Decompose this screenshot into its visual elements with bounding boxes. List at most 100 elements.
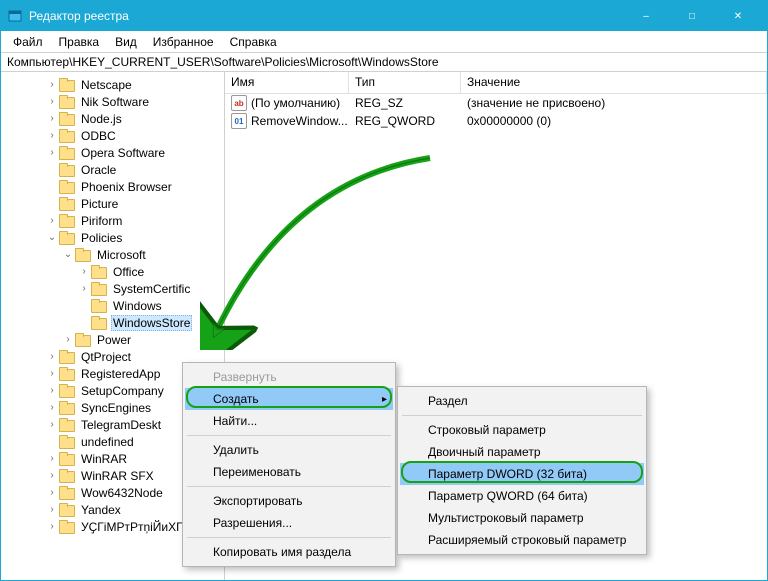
create-submenu-item[interactable]: Параметр QWORD (64 бита) (400, 485, 644, 507)
tree-item-label: Microsoft (95, 248, 148, 262)
folder-icon (59, 418, 75, 432)
tree-item-label: WinRAR SFX (79, 469, 156, 483)
chevron-right-icon[interactable]: › (45, 368, 59, 379)
value-type: REG_SZ (349, 96, 461, 110)
create-submenu-item[interactable]: Строковый параметр (400, 419, 644, 441)
chevron-right-icon[interactable]: › (45, 147, 59, 158)
tree-item[interactable]: › Nik Software (5, 93, 224, 110)
titlebar[interactable]: Редактор реестра – □ ✕ (1, 1, 767, 31)
chevron-right-icon[interactable]: › (61, 334, 75, 345)
tree-item-label: Policies (79, 231, 124, 245)
folder-icon (59, 503, 75, 517)
minimize-button[interactable]: – (623, 1, 669, 31)
chevron-right-icon[interactable]: › (45, 130, 59, 141)
context-menu-item[interactable]: Копировать имя раздела (185, 541, 393, 563)
list-row[interactable]: ab(По умолчанию)REG_SZ(значение не присв… (225, 94, 767, 112)
tree-item-label: RegisteredApp (79, 367, 162, 381)
menu-file[interactable]: Файл (5, 33, 51, 51)
menubar: Файл Правка Вид Избранное Справка (1, 31, 767, 52)
tree-item[interactable]: ›Node.js (5, 110, 224, 127)
context-menu-item[interactable]: Создать (185, 388, 393, 410)
context-menu-item[interactable]: Разрешения... (185, 512, 393, 534)
create-submenu-item[interactable]: Параметр DWORD (32 бита) (400, 463, 644, 485)
window-buttons: – □ ✕ (623, 1, 761, 31)
tree-item-label: TelegramDeskt (79, 418, 163, 432)
chevron-right-icon[interactable]: › (45, 402, 59, 413)
menu-edit[interactable]: Правка (51, 33, 108, 51)
create-submenu-item[interactable]: Расширяемый строковый параметр (400, 529, 644, 551)
value-type: REG_QWORD (349, 114, 461, 128)
tree-item[interactable]: ›Piriform (5, 212, 224, 229)
tree-item-label: Netscape (79, 78, 134, 92)
tree-item-label: WindowsStore (111, 315, 192, 331)
tree-item-label: Nik Software (79, 95, 151, 109)
col-type[interactable]: Тип (349, 72, 461, 93)
context-submenu-create[interactable]: Раздел Строковый параметрДвоичный парамет… (397, 386, 647, 555)
chevron-right-icon[interactable]: › (45, 385, 59, 396)
tree-item[interactable]: ›Phoenix Browser (5, 178, 224, 195)
menu-separator (187, 537, 391, 538)
context-menu-item[interactable]: Переименовать (185, 461, 393, 483)
tree-item-label: Wow6432Node (79, 486, 165, 500)
tree-item[interactable]: ›Office (5, 263, 224, 280)
chevron-right-icon[interactable]: › (77, 266, 91, 277)
tree-item[interactable]: ›Oracle (5, 161, 224, 178)
create-submenu-item[interactable]: Двоичный параметр (400, 441, 644, 463)
tree-item[interactable]: ›Windows (5, 297, 224, 314)
chevron-right-icon[interactable]: › (77, 283, 91, 294)
tree-item[interactable]: ›Picture (5, 195, 224, 212)
tree-item-label: undefined (79, 435, 136, 449)
address-text: Компьютер\HKEY_CURRENT_USER\Software\Pol… (7, 55, 439, 69)
context-menu[interactable]: РазвернутьСоздатьНайти...УдалитьПереимен… (182, 362, 396, 567)
tree-item-label: Phoenix Browser (79, 180, 174, 194)
maximize-button[interactable]: □ (669, 1, 715, 31)
folder-icon (59, 78, 75, 92)
chevron-right-icon[interactable]: › (45, 453, 59, 464)
chevron-right-icon[interactable]: › (45, 504, 59, 515)
tree-item[interactable]: › Netscape (5, 76, 224, 93)
tree-item[interactable]: ⌄ Microsoft (5, 246, 224, 263)
tree-item[interactable]: ›ODBC (5, 127, 224, 144)
chevron-down-icon[interactable]: ⌄ (61, 249, 75, 260)
create-submenu-item[interactable]: Мультистроковый параметр (400, 507, 644, 529)
create-submenu-item[interactable]: Раздел (400, 390, 644, 412)
folder-icon (59, 384, 75, 398)
tree-item[interactable]: ›Power (5, 331, 224, 348)
chevron-right-icon[interactable]: › (45, 351, 59, 362)
string-value-icon: ab (231, 95, 247, 111)
tree-item[interactable]: ›Opera Software (5, 144, 224, 161)
menu-help[interactable]: Справка (222, 33, 285, 51)
app-icon (7, 8, 23, 24)
address-bar[interactable]: Компьютер\HKEY_CURRENT_USER\Software\Pol… (1, 52, 767, 72)
folder-icon (75, 248, 91, 262)
chevron-right-icon[interactable]: › (45, 470, 59, 481)
col-name[interactable]: Имя (225, 72, 349, 93)
context-menu-item[interactable]: Удалить (185, 439, 393, 461)
chevron-right-icon[interactable]: › (45, 521, 59, 532)
value-name: RemoveWindow... (251, 114, 348, 128)
menu-fav[interactable]: Избранное (145, 33, 222, 51)
folder-icon (59, 435, 75, 449)
folder-icon (59, 350, 75, 364)
tree-item[interactable]: ›SystemCertific (5, 280, 224, 297)
chevron-right-icon[interactable]: › (45, 419, 59, 430)
chevron-right-icon[interactable]: › (45, 487, 59, 498)
chevron-right-icon[interactable]: › (45, 96, 59, 107)
folder-icon (59, 112, 75, 126)
tree-item-label: Oracle (79, 163, 118, 177)
col-value[interactable]: Значение (461, 72, 767, 93)
tree-item[interactable]: ⌄ Policies (5, 229, 224, 246)
tree-item[interactable]: ›WindowsStore (5, 314, 224, 331)
context-menu-item[interactable]: Экспортировать (185, 490, 393, 512)
chevron-right-icon[interactable]: › (45, 113, 59, 124)
folder-icon (59, 486, 75, 500)
chevron-right-icon[interactable]: › (45, 79, 59, 90)
context-menu-item[interactable]: Найти... (185, 410, 393, 432)
menu-view[interactable]: Вид (107, 33, 145, 51)
close-button[interactable]: ✕ (715, 1, 761, 31)
folder-icon (59, 163, 75, 177)
chevron-down-icon[interactable]: ⌄ (45, 232, 59, 243)
chevron-right-icon[interactable]: › (45, 215, 59, 226)
list-row[interactable]: 01RemoveWindow...REG_QWORD0x00000000 (0) (225, 112, 767, 130)
list-header[interactable]: Имя Тип Значение (225, 72, 767, 94)
